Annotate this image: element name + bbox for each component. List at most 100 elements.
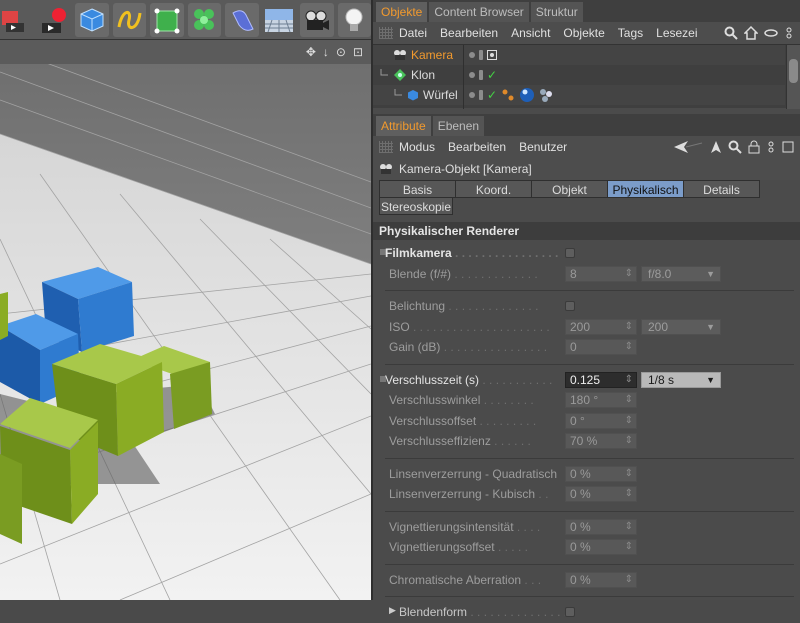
object-row-klon[interactable]: Klon ✓ bbox=[373, 65, 785, 85]
rotate-view-icon[interactable]: ⊙ bbox=[336, 45, 346, 59]
linsen-kubisch-field[interactable]: 0 % ⇕ bbox=[565, 486, 637, 502]
menu-tags[interactable]: Tags bbox=[618, 26, 643, 40]
object-list: Kamera Klon ✓ Würfel ✓ bbox=[373, 44, 800, 109]
linsen-quadratisch-field[interactable]: 0 % ⇕ bbox=[565, 465, 637, 482]
visibility-dot[interactable] bbox=[469, 92, 475, 98]
menu-benutzer[interactable]: Benutzer bbox=[519, 140, 567, 154]
enabled-check-icon[interactable]: ✓ bbox=[487, 88, 497, 102]
tab-stereoskopie[interactable]: Stereoskopie bbox=[379, 197, 453, 215]
param-label: Linsenverzerrung - Kubisch . . bbox=[389, 487, 549, 501]
cube-object-icon bbox=[408, 90, 418, 101]
object-row-kamera[interactable]: Kamera bbox=[373, 45, 785, 65]
menu-ansicht[interactable]: Ansicht bbox=[511, 26, 550, 40]
param-label: Verschlusswinkel . . . . . . . . bbox=[389, 393, 534, 407]
cloner-icon[interactable] bbox=[187, 2, 221, 37]
search-icon[interactable] bbox=[728, 140, 742, 154]
viewport[interactable]: ✥ ↓ ⊙ ⊡ bbox=[0, 40, 371, 600]
verschlusszeit-field[interactable]: 0.125 ⇕ bbox=[565, 371, 637, 388]
blendenform-checkbox[interactable] bbox=[565, 607, 575, 617]
chromatische-aberration-field[interactable]: 0 % ⇕ bbox=[565, 571, 637, 588]
vignettierungsoffset-field[interactable]: 0 % ⇕ bbox=[565, 539, 637, 555]
iso-field[interactable]: 200 ⇕ bbox=[565, 318, 637, 335]
settings-icon[interactable] bbox=[766, 140, 776, 154]
menu-datei[interactable]: Datei bbox=[399, 26, 427, 40]
phong-tag-icon[interactable] bbox=[501, 88, 515, 102]
param-label: Verschlussoffset . . . . . . . . . bbox=[389, 413, 537, 428]
belichtung-checkbox[interactable] bbox=[565, 301, 575, 311]
blende-dropdown[interactable]: f/8.0 ▼ bbox=[641, 265, 721, 282]
tab-details[interactable]: Details bbox=[683, 180, 760, 198]
parameter-list: Filmkamera . . . . . . . . . . . . . . .… bbox=[373, 240, 800, 623]
light-icon[interactable] bbox=[337, 2, 371, 37]
back-arrow-icon[interactable] bbox=[674, 140, 704, 154]
target-tag-icon[interactable] bbox=[487, 50, 497, 60]
menu-objekte[interactable]: Objekte bbox=[563, 26, 604, 40]
home-icon[interactable] bbox=[744, 26, 758, 40]
attribute-subtabs: Basis Koord. Objekt Physikalisch Details… bbox=[373, 180, 800, 215]
separator bbox=[385, 284, 794, 291]
new-window-icon[interactable] bbox=[782, 140, 794, 154]
tab-objekte[interactable]: Objekte bbox=[376, 2, 428, 22]
move-view-icon[interactable]: ✥ bbox=[306, 45, 316, 59]
camera-icon[interactable] bbox=[300, 2, 334, 37]
menu-bearbeiten[interactable]: Bearbeiten bbox=[440, 26, 498, 40]
param-label: Chromatische Aberration . . . bbox=[389, 572, 542, 587]
enabled-check-icon[interactable]: ✓ bbox=[487, 68, 497, 82]
separator bbox=[385, 452, 794, 459]
attribute-manager-menubar: Modus Bearbeiten Benutzer bbox=[373, 136, 800, 158]
separator bbox=[385, 558, 794, 565]
tab-koord[interactable]: Koord. bbox=[455, 180, 532, 198]
scrollbar-thumb[interactable] bbox=[789, 59, 798, 83]
expand-arrow-icon[interactable]: ▶ bbox=[389, 605, 396, 616]
settings-icon[interactable] bbox=[784, 26, 794, 40]
tab-attribute[interactable]: Attribute bbox=[376, 116, 431, 136]
tab-basis[interactable]: Basis bbox=[379, 180, 456, 198]
deformer-icon[interactable] bbox=[225, 2, 259, 37]
render-dot[interactable] bbox=[479, 90, 483, 100]
tab-ebenen[interactable]: Ebenen bbox=[432, 116, 485, 136]
grip-icon[interactable] bbox=[379, 141, 393, 153]
texture-tag-icon[interactable] bbox=[539, 88, 553, 102]
tab-physikalisch[interactable]: Physikalisch bbox=[607, 180, 684, 198]
floor-icon[interactable] bbox=[263, 3, 297, 37]
verschlusswinkel-field[interactable]: 180 ° ⇕ bbox=[565, 392, 637, 408]
subdivision-icon[interactable] bbox=[150, 2, 184, 37]
material-tag-icon[interactable] bbox=[519, 87, 535, 103]
menu-bearbeiten[interactable]: Bearbeiten bbox=[448, 140, 506, 154]
object-list-scrollbar[interactable] bbox=[786, 45, 800, 109]
render-settings-icon[interactable] bbox=[0, 3, 34, 37]
lock-icon[interactable] bbox=[748, 140, 760, 154]
param-label: Blende (f/#) . . . . . . . . . . . . . bbox=[389, 266, 538, 281]
vignettierungsintensitaet-field[interactable]: 0 % ⇕ bbox=[565, 518, 637, 535]
visibility-dot[interactable] bbox=[469, 72, 475, 78]
maximize-view-icon[interactable]: ⊡ bbox=[353, 45, 363, 59]
up-arrow-icon[interactable] bbox=[710, 140, 722, 154]
render-dot[interactable] bbox=[479, 50, 483, 60]
verschlusszeit-dropdown[interactable]: 1/8 s ▼ bbox=[641, 371, 721, 388]
blende-field[interactable]: 8 ⇕ bbox=[565, 265, 637, 282]
render-icon[interactable] bbox=[38, 3, 72, 37]
verschlussoffset-field[interactable]: 0 ° ⇕ bbox=[565, 412, 637, 429]
spline-icon[interactable] bbox=[112, 2, 146, 37]
gain-field[interactable]: 0 ⇕ bbox=[565, 339, 637, 355]
menu-lesezeichen[interactable]: Lesezei bbox=[656, 26, 697, 40]
eye-icon[interactable] bbox=[764, 26, 778, 40]
tab-objekt[interactable]: Objekt bbox=[531, 180, 608, 198]
iso-dropdown[interactable]: 200 ▼ bbox=[641, 318, 721, 335]
verschlusseffizienz-field[interactable]: 70 % ⇕ bbox=[565, 433, 637, 449]
tab-struktur[interactable]: Struktur bbox=[530, 2, 583, 22]
grip-icon[interactable] bbox=[379, 27, 393, 39]
visibility-dot[interactable] bbox=[469, 52, 475, 58]
menu-modus[interactable]: Modus bbox=[399, 140, 435, 154]
hierarchy-line-icon bbox=[394, 89, 402, 96]
filmkamera-checkbox[interactable] bbox=[565, 248, 575, 258]
render-dot[interactable] bbox=[479, 70, 483, 80]
object-row-wuerfel[interactable]: Würfel ✓ bbox=[373, 85, 785, 105]
param-blendenform: ▶ Blendenform . . . . . . . . . . . . . … bbox=[373, 602, 800, 623]
search-icon[interactable] bbox=[724, 26, 738, 40]
dolly-view-icon[interactable]: ↓ bbox=[323, 45, 329, 59]
viewport-header: ✥ ↓ ⊙ ⊡ bbox=[0, 40, 371, 64]
tab-content-browser[interactable]: Content Browser bbox=[429, 2, 529, 22]
cube-icon[interactable] bbox=[75, 2, 109, 37]
attribute-manager-tabs: Attribute Ebenen bbox=[373, 114, 800, 136]
